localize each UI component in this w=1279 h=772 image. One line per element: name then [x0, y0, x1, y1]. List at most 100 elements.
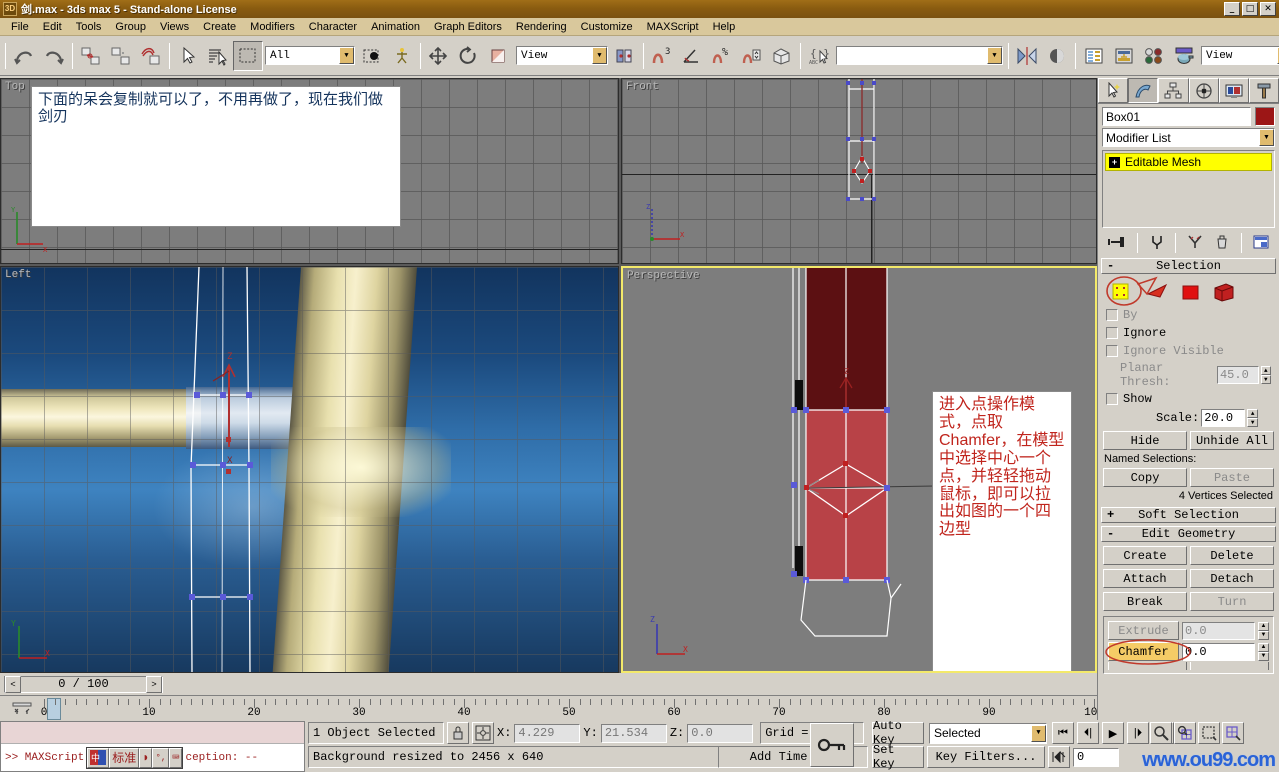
checkbox-row-ignore[interactable]: Ignore — [1098, 324, 1279, 342]
chevron-down-icon[interactable]: ▼ — [1031, 724, 1046, 742]
display-tab[interactable] — [1218, 78, 1249, 103]
viewport-left[interactable]: Z X Left Y X — [0, 266, 619, 673]
ime-moon-icon[interactable]: ◗ — [139, 747, 153, 768]
select-object-icon[interactable] — [173, 41, 203, 71]
remove-modifier-icon[interactable] — [1214, 234, 1230, 253]
play-animation-button[interactable]: ▶ — [1102, 722, 1124, 744]
menu-item-create[interactable]: Create — [196, 20, 243, 34]
face-sub-object[interactable] — [1180, 280, 1202, 304]
menu-item-customize[interactable]: Customize — [574, 20, 640, 34]
selection-lock-icon[interactable] — [447, 722, 469, 744]
extrude-amount-input[interactable]: 0.0 — [1182, 621, 1255, 640]
create-tab[interactable] — [1098, 78, 1129, 103]
chamfer-spinner[interactable]: ▲ ▼ — [1258, 642, 1269, 661]
goto-start-button[interactable]: ⏮ — [1052, 722, 1074, 744]
paste-button[interactable]: Paste — [1190, 468, 1274, 487]
zoom-all-button[interactable] — [1174, 722, 1196, 744]
maxscript-output-pane[interactable] — [1, 722, 304, 744]
curve-editor-icon[interactable] — [1079, 41, 1109, 71]
menu-item-graph-editors[interactable]: Graph Editors — [427, 20, 509, 34]
spinner-snap-icon[interactable] — [737, 41, 767, 71]
menu-item-help[interactable]: Help — [706, 20, 743, 34]
object-name-input[interactable]: Box01 — [1102, 107, 1251, 126]
menu-item-character[interactable]: Character — [302, 20, 364, 34]
previous-frame-arrow[interactable]: < — [5, 675, 21, 693]
x-coordinate-input[interactable]: 4.229 — [514, 723, 581, 743]
delete-button[interactable]: Delete — [1190, 546, 1274, 565]
select-by-name-icon[interactable] — [203, 41, 233, 71]
hierarchy-tab[interactable] — [1158, 78, 1189, 103]
chamfer-button[interactable]: Chamfer — [1108, 642, 1179, 661]
previous-frame-button[interactable]: ⏴| — [1077, 722, 1099, 744]
show-end-result-icon[interactable] — [1149, 234, 1165, 253]
frame-ruler[interactable]: 0 10 20 30 40 50 60 70 80 90 100 — [41, 696, 1104, 722]
configure-modifier-sets-icon[interactable] — [1252, 234, 1270, 253]
frame-counter[interactable]: < 0 / 100 > — [4, 675, 163, 693]
edit-geometry-rollup-header[interactable]: - Edit Geometry — [1101, 526, 1276, 542]
chevron-down-icon[interactable]: ▼ — [592, 47, 607, 64]
viewport-front[interactable]: Front Z X — [621, 78, 1097, 264]
auto-key-button[interactable]: Auto Key — [872, 719, 924, 747]
checkbox-row-ignore-visible[interactable]: Ignore Visible — [1098, 342, 1279, 360]
copy-button[interactable]: Copy — [1103, 468, 1187, 487]
checkbox-row-by[interactable]: By — [1098, 306, 1279, 324]
maxscript-listener[interactable]: >> MAXScript 中 标准 ◗ °, ⌨ ception: -- — [0, 721, 305, 772]
open-mini-curve-editor-icon[interactable] — [10, 699, 34, 717]
modify-tab[interactable] — [1128, 78, 1159, 103]
zoom-extents-button[interactable] — [1198, 722, 1220, 744]
y-coordinate-input[interactable]: 21.534 — [600, 723, 667, 743]
ime-lang-icon[interactable]: 中 — [87, 747, 110, 768]
menu-item-animation[interactable]: Animation — [364, 20, 427, 34]
select-link-icon[interactable] — [76, 41, 106, 71]
edge-sub-object[interactable] — [1146, 280, 1170, 304]
render-viewport-combo[interactable]: View ▼ — [1201, 46, 1279, 65]
select-and-move-icon[interactable] — [424, 41, 454, 71]
chevron-down-icon[interactable]: ▼ — [987, 47, 1002, 64]
transform-type-in-icon[interactable] — [472, 722, 494, 744]
current-key-field[interactable]: 0 — [1073, 747, 1119, 767]
polygon-sub-object[interactable] — [1212, 280, 1236, 304]
zoom-button[interactable] — [1150, 722, 1172, 744]
schematic-view-icon[interactable] — [1109, 41, 1139, 71]
chevron-down-icon[interactable]: ▼ — [339, 47, 354, 64]
select-and-rotate-icon[interactable] — [454, 41, 484, 71]
soft-selection-rollup-header[interactable]: + Soft Selection — [1101, 507, 1276, 523]
edit-named-selections-icon[interactable]: { } ABC — [804, 41, 834, 71]
selection-level-combo[interactable]: Selected ▼ — [929, 722, 1047, 744]
viewport-top[interactable]: Top 下面的呆会复制就可以了，不用再做了，现在我们做剑刃 Y X — [0, 78, 619, 264]
snap-toggle-icon[interactable]: 3 — [647, 41, 677, 71]
menu-item-rendering[interactable]: Rendering — [509, 20, 574, 34]
close-button[interactable]: ✕ — [1260, 2, 1276, 16]
checkbox-row-show[interactable]: Show — [1098, 390, 1279, 408]
expand-icon[interactable]: + — [1109, 156, 1120, 168]
by-checkbox[interactable] — [1106, 309, 1118, 321]
menu-item-modifiers[interactable]: Modifiers — [243, 20, 302, 34]
turn-button[interactable]: Turn — [1190, 592, 1274, 611]
planar-thresh-spinner[interactable]: ▲ ▼ — [1260, 366, 1271, 384]
percent-snap-icon[interactable]: % — [707, 41, 737, 71]
planar-thresh-input[interactable]: 45.0 — [1216, 366, 1259, 384]
chamfer-amount-input[interactable]: 0.0 — [1182, 642, 1255, 661]
minimize-button[interactable]: _ — [1224, 2, 1240, 16]
vertex-sub-object[interactable] — [1110, 280, 1136, 304]
unlink-selection-icon[interactable] — [106, 41, 136, 71]
rectangular-selection-region-icon[interactable] — [233, 40, 263, 71]
ime-toolbar[interactable]: 中 标准 ◗ °, ⌨ — [86, 746, 184, 769]
reference-coordinate-combo[interactable]: View ▼ — [516, 46, 608, 65]
material-editor-icon[interactable] — [1139, 41, 1169, 71]
angle-snap-icon[interactable] — [677, 41, 707, 71]
menu-item-tools[interactable]: Tools — [69, 20, 109, 34]
extrude-button[interactable]: Extrude — [1108, 621, 1179, 640]
maximize-button[interactable]: □ — [1242, 2, 1258, 16]
attach-button[interactable]: Attach — [1103, 569, 1187, 588]
ignore-visible-checkbox[interactable] — [1106, 345, 1118, 357]
menu-item-maxscript[interactable]: MAXScript — [640, 20, 706, 34]
modifier-stack[interactable]: + Editable Mesh — [1102, 150, 1275, 228]
scale-spinner[interactable]: ▲ ▼ — [1247, 409, 1259, 427]
pin-stack-icon[interactable] — [1107, 234, 1127, 253]
set-key-button[interactable]: Set Key — [872, 743, 924, 771]
rollup-toggle-icon[interactable]: + — [1107, 508, 1114, 522]
motion-tab[interactable] — [1188, 78, 1219, 103]
ignore-checkbox[interactable] — [1106, 327, 1118, 339]
key-filters-button[interactable]: Key Filters... — [927, 746, 1045, 768]
